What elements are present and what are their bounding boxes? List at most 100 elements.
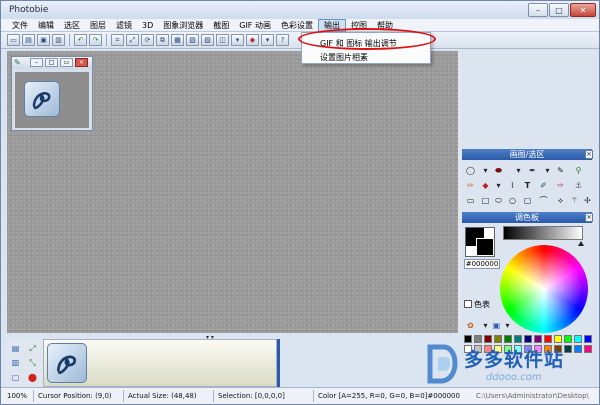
dropdown-arrow-icon[interactable]: ▾ bbox=[480, 165, 491, 176]
dropdown-arrow-icon[interactable]: ▾ bbox=[493, 180, 504, 191]
dropdown-arrow-icon[interactable]: ▾ bbox=[542, 165, 553, 176]
color-wheel[interactable] bbox=[500, 245, 588, 333]
watermark: 多多软件站 ddooo.com bbox=[424, 341, 600, 387]
color-table-checkbox[interactable] bbox=[464, 300, 472, 308]
swirl-logo-icon bbox=[32, 92, 51, 110]
color-icon[interactable]: ◆ bbox=[246, 34, 259, 46]
print-icon[interactable]: ▥ bbox=[52, 34, 65, 46]
menu-3d[interactable]: 3D bbox=[137, 19, 158, 32]
transform-icon[interactable]: ✢ bbox=[582, 195, 593, 206]
panel-close-icon[interactable]: ✕ bbox=[585, 150, 593, 159]
redo-icon[interactable]: ↷ bbox=[89, 34, 102, 46]
dropdown-arrow-icon[interactable]: ▾ bbox=[513, 165, 524, 176]
close-button[interactable]: ✕ bbox=[570, 3, 596, 17]
window-icon[interactable]: ▢ bbox=[10, 372, 21, 383]
menu-color-settings[interactable]: 色彩设置 bbox=[276, 19, 318, 32]
help-icon[interactable]: ? bbox=[276, 34, 289, 46]
image-window-minimize-icon[interactable]: – bbox=[30, 58, 43, 67]
paste-icon[interactable]: ▦ bbox=[171, 34, 184, 46]
palette-panel-title: 调色板 bbox=[462, 212, 592, 223]
screenshot-icon[interactable]: ◫ bbox=[216, 34, 229, 46]
stop-icon[interactable]: ⬤ bbox=[27, 372, 38, 383]
panel-close-icon[interactable]: ✕ bbox=[585, 213, 593, 222]
status-separator bbox=[313, 390, 314, 402]
crop-icon[interactable]: ⌗ bbox=[111, 34, 124, 46]
image-window-titlebar[interactable]: ✎ – □ ▭ ✕ bbox=[12, 57, 92, 69]
gradient-slider-icon[interactable] bbox=[578, 241, 584, 246]
logo-image bbox=[24, 81, 60, 117]
palette-settings-icon[interactable]: ▣ bbox=[491, 320, 502, 331]
blur-icon[interactable]: ✐ bbox=[538, 180, 549, 191]
resize-icon[interactable]: ⤢ bbox=[126, 34, 139, 46]
collapse-arrow-icon[interactable]: ▾ ▾ bbox=[206, 334, 214, 341]
image-window-maximize-icon[interactable]: ▭ bbox=[60, 58, 73, 67]
image-icon[interactable]: ▨ bbox=[186, 34, 199, 46]
menu-filter[interactable]: 滤镜 bbox=[111, 19, 137, 32]
square-select-icon[interactable]: □ bbox=[480, 195, 491, 206]
expand-icon[interactable]: ⤢ bbox=[27, 343, 38, 354]
smudge-icon[interactable]: ✑ bbox=[555, 180, 566, 191]
dropdown-arrow-icon[interactable]: ▾ bbox=[231, 34, 244, 46]
hex-color-field[interactable]: #000000 bbox=[464, 259, 500, 269]
lasso-icon[interactable]: ⌒ bbox=[538, 195, 549, 206]
dropdown-arrow-icon[interactable]: ▾ bbox=[502, 320, 513, 331]
image-canvas[interactable] bbox=[15, 72, 89, 128]
dropdown-arrow-icon[interactable]: ▾ bbox=[261, 34, 274, 46]
dropdown-arrow-icon[interactable]: ▾ bbox=[480, 320, 491, 331]
status-separator bbox=[213, 390, 214, 402]
title-bar: Photobie – □ ✕ bbox=[1, 1, 599, 19]
grid-view-icon[interactable]: ▤ bbox=[10, 343, 21, 354]
undo-icon[interactable]: ↶ bbox=[74, 34, 87, 46]
collapse-icon[interactable]: ⤡ bbox=[27, 357, 38, 368]
menu-gif-animation[interactable]: GIF 动画 bbox=[234, 19, 276, 32]
image-window[interactable]: ✎ – □ ▭ ✕ bbox=[11, 56, 93, 131]
menu-select[interactable]: 选区 bbox=[59, 19, 85, 32]
palette-icon[interactable]: ✿ bbox=[465, 320, 476, 331]
watermark-brand: 多多软件站 bbox=[464, 349, 565, 371]
list-view-icon[interactable]: ▥ bbox=[10, 357, 21, 368]
ellipse-select-icon[interactable]: ◯ bbox=[465, 165, 476, 176]
eyedropper-icon[interactable]: ⚲ bbox=[573, 165, 584, 176]
menu-file[interactable]: 文件 bbox=[7, 19, 33, 32]
zoom-level: 100% bbox=[7, 392, 28, 400]
brightness-gradient-bar[interactable] bbox=[503, 226, 583, 240]
menu-image-browser[interactable]: 图象浏览器 bbox=[158, 19, 208, 32]
circle-select-icon[interactable]: ○ bbox=[507, 195, 518, 206]
maximize-button[interactable]: □ bbox=[549, 3, 569, 17]
pencil-icon[interactable]: ✏ bbox=[465, 180, 476, 191]
watermark-url: ddooo.com bbox=[486, 372, 542, 383]
save-icon[interactable]: ▣ bbox=[37, 34, 50, 46]
open-file-icon[interactable]: ▤ bbox=[22, 34, 35, 46]
rounded-rect-icon[interactable]: ▢ bbox=[522, 195, 533, 206]
image-thumbnail-strip[interactable] bbox=[43, 339, 277, 387]
text-tool-icon[interactable]: T bbox=[522, 180, 533, 191]
toolbar-separator bbox=[69, 34, 70, 46]
stamp-icon[interactable]: ⚓ bbox=[573, 180, 584, 191]
marker-icon[interactable]: ◆ bbox=[480, 180, 491, 191]
rotate-icon[interactable]: ⟳ bbox=[141, 34, 154, 46]
edit-pencil-icon: ✎ bbox=[14, 58, 21, 67]
ellipse-outline-icon[interactable]: ⬭ bbox=[493, 195, 504, 206]
thumbnail-image[interactable] bbox=[47, 343, 87, 383]
menu-screenshot[interactable]: 截图 bbox=[208, 19, 234, 32]
magic-wand-icon[interactable]: ⚚ bbox=[569, 195, 580, 206]
menu-bar: 文件 编辑 选区 图层 滤镜 3D 图象浏览器 截图 GIF 动画 色彩设置 输… bbox=[1, 18, 599, 32]
polygon-lasso-icon[interactable]: ⟡ bbox=[555, 195, 566, 206]
minimize-button[interactable]: – bbox=[528, 3, 548, 17]
menu-set-image-pixels[interactable]: 设置图片相素 bbox=[320, 52, 368, 63]
rect-select-icon[interactable]: ▭ bbox=[465, 195, 476, 206]
menu-layer[interactable]: 图层 bbox=[85, 19, 111, 32]
paint-brush-icon[interactable]: ⌇ bbox=[507, 180, 518, 191]
image-window-close-icon[interactable]: ✕ bbox=[75, 58, 88, 67]
copy-icon[interactable]: ⧉ bbox=[156, 34, 169, 46]
fill-ellipse-icon[interactable]: ⬬ bbox=[493, 165, 504, 176]
pen-icon[interactable]: ✒ bbox=[527, 165, 538, 176]
layer-icon[interactable]: ▧ bbox=[201, 34, 214, 46]
strip-splitter[interactable] bbox=[277, 339, 280, 387]
new-file-icon[interactable]: ▭ bbox=[7, 34, 20, 46]
color-swatch-area[interactable] bbox=[465, 227, 495, 257]
brush-icon[interactable]: ✎ bbox=[555, 165, 566, 176]
image-window-restore-icon[interactable]: □ bbox=[45, 58, 58, 67]
menu-edit[interactable]: 编辑 bbox=[33, 19, 59, 32]
background-color[interactable] bbox=[476, 238, 494, 256]
